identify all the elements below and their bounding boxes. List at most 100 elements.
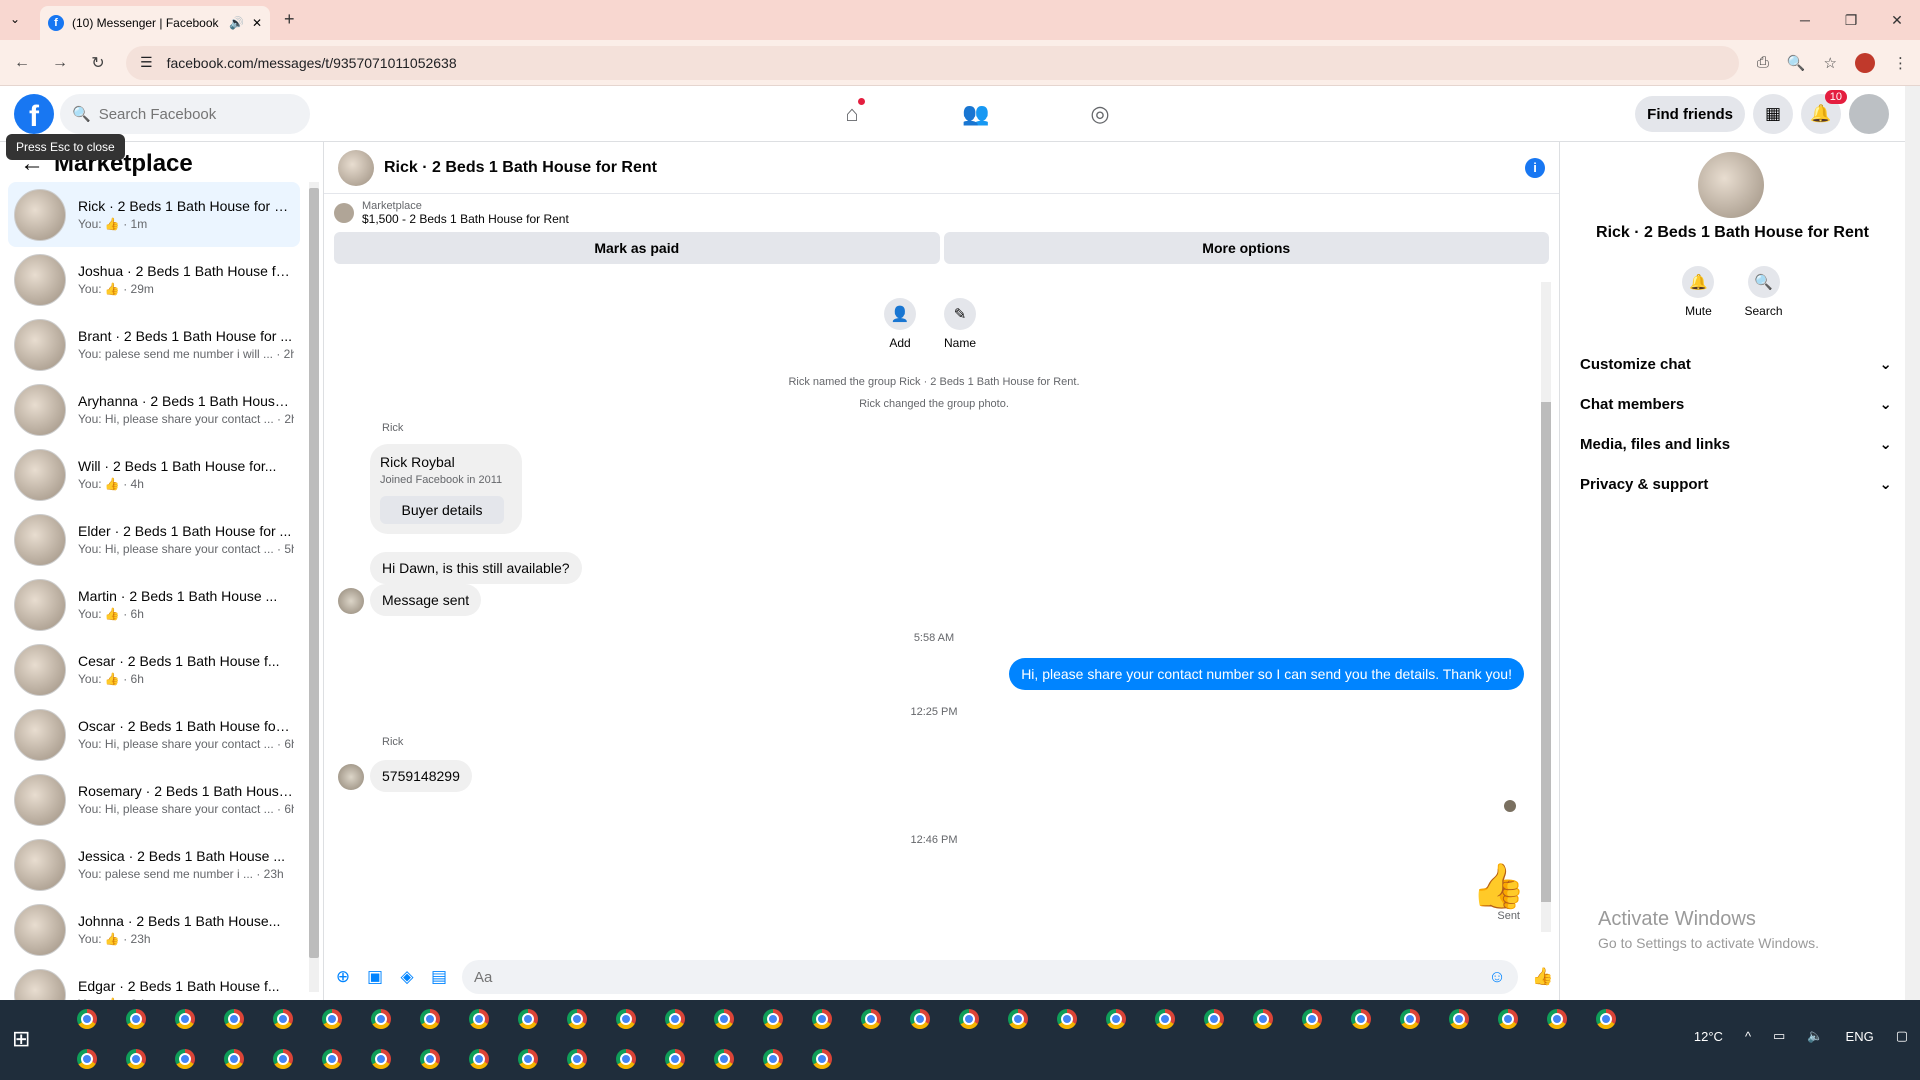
restore-button[interactable]: ❐ [1828,0,1874,40]
chrome-taskbar-icon[interactable] [1589,1002,1623,1036]
sender-avatar[interactable] [338,764,364,790]
add-people-button[interactable]: 👤 Add [884,298,916,350]
reload-icon[interactable]: ↻ [88,53,108,73]
browser-tab[interactable]: f (10) Messenger | Facebook 🔊 ✕ [40,6,270,40]
search-chat-button[interactable]: 🔍 Search [1744,266,1783,318]
volume-icon[interactable]: 🔈 [1807,1028,1823,1044]
like-button-icon[interactable]: 👍 [1532,967,1553,987]
network-icon[interactable]: ▭ [1773,1028,1785,1044]
plus-icon[interactable]: ⊕ [334,967,352,987]
chrome-taskbar-icon[interactable] [1442,1002,1476,1036]
chrome-taskbar-icon[interactable] [707,1042,741,1076]
facebook-search[interactable]: 🔍 [60,94,310,134]
outgoing-message[interactable]: Hi, please share your contact number so … [1009,658,1524,690]
group-avatar[interactable] [1698,152,1764,218]
notification-center-icon[interactable]: ▢ [1896,1028,1908,1044]
conversation-item[interactable]: Cesar · 2 Beds 1 Bath House f... You: 👍 ·… [8,637,300,702]
menu-grid-icon[interactable]: ▦ [1753,94,1793,134]
conversation-item[interactable]: Jessica · 2 Beds 1 Bath House ... You: pa… [8,832,300,897]
gif-icon[interactable]: ▤ [430,967,448,987]
chrome-taskbar-icon[interactable] [609,1042,643,1076]
chrome-taskbar-icon[interactable] [1197,1002,1231,1036]
chrome-taskbar-icon[interactable] [1491,1002,1525,1036]
chrome-taskbar-icon[interactable] [168,1042,202,1076]
details-section[interactable]: Chat members ⌄ [1576,384,1896,424]
forward-icon[interactable]: → [50,54,70,72]
profile-avatar[interactable] [1855,52,1875,73]
chrome-taskbar-icon[interactable] [462,1002,496,1036]
chrome-taskbar-icon[interactable] [756,1042,790,1076]
chrome-taskbar-icon[interactable] [511,1042,545,1076]
name-group-button[interactable]: ✎ Name [944,298,976,350]
chrome-taskbar-icon[interactable] [1344,1002,1378,1036]
conversation-item[interactable]: Martin · 2 Beds 1 Bath House ... You: 👍 ·… [8,572,300,637]
chrome-taskbar-icon[interactable] [511,1002,545,1036]
home-icon[interactable]: ⌂ [790,86,914,142]
chrome-taskbar-icon[interactable] [266,1042,300,1076]
weather-temp[interactable]: 12°C [1694,1029,1723,1044]
friends-icon[interactable]: 👥 [914,86,1038,142]
facebook-logo-icon[interactable]: f [14,94,54,134]
chrome-taskbar-icon[interactable] [315,1002,349,1036]
install-icon[interactable]: ⎙ [1757,54,1769,71]
buyer-details-button[interactable]: Buyer details [380,496,504,524]
conversation-item[interactable]: Aryhanna · 2 Beds 1 Bath House... You: Hi… [8,377,300,442]
chrome-taskbar-icon[interactable] [315,1042,349,1076]
chrome-taskbar-icon[interactable] [756,1002,790,1036]
chrome-taskbar-icon[interactable] [805,1042,839,1076]
message-input[interactable] [474,968,1488,986]
mark-as-paid-button[interactable]: Mark as paid [334,232,940,264]
new-tab-button[interactable]: + [284,9,295,30]
details-section[interactable]: Customize chat ⌄ [1576,344,1896,384]
incoming-message[interactable]: Message sent [370,584,482,616]
page-scrollbar[interactable] [1905,86,1920,1000]
url-text[interactable]: facebook.com/messages/t/9357071011052638 [167,55,457,71]
chrome-taskbar-icon[interactable] [364,1042,398,1076]
conversation-item[interactable]: Rick · 2 Beds 1 Bath House for R... You: … [8,182,300,247]
chrome-taskbar-icon[interactable] [1295,1002,1329,1036]
info-icon[interactable]: i [1525,157,1545,178]
chrome-taskbar-icon[interactable] [1001,1002,1035,1036]
zoom-icon[interactable]: 🔍 [1787,54,1806,72]
listing-title[interactable]: $1,500 - 2 Beds 1 Bath House for Rent [362,212,569,226]
chat-title[interactable]: Rick · 2 Beds 1 Bath House for Rent [384,159,1515,177]
mute-button[interactable]: 🔔 Mute [1682,266,1715,318]
details-section[interactable]: Media, files and links ⌄ [1576,424,1896,464]
chrome-taskbar-icon[interactable] [217,1042,251,1076]
search-input[interactable] [98,105,298,123]
tab-search-icon[interactable]: ⌄ [10,12,20,26]
chrome-taskbar-icon[interactable] [1393,1002,1427,1036]
tray-chevron-icon[interactable]: ^ [1745,1029,1751,1044]
chrome-taskbar-icon[interactable] [168,1002,202,1036]
chrome-taskbar-icon[interactable] [217,1002,251,1036]
speaker-icon[interactable]: 🔊 [229,16,244,30]
conversation-item[interactable]: Oscar · 2 Beds 1 Bath House for ... You: … [8,702,300,767]
emoji-icon[interactable]: ☺ [1488,967,1506,987]
conversation-item[interactable]: Johnna · 2 Beds 1 Bath House... You: 👍 · … [8,897,300,962]
chrome-taskbar-icon[interactable] [560,1042,594,1076]
sender-avatar[interactable] [338,588,364,614]
chrome-taskbar-icon[interactable] [658,1042,692,1076]
tab-close-icon[interactable]: ✕ [252,16,262,30]
chrome-taskbar-icon[interactable] [952,1002,986,1036]
chrome-taskbar-icon[interactable] [413,1002,447,1036]
chrome-taskbar-icon[interactable] [364,1002,398,1036]
chrome-taskbar-icon[interactable] [119,1042,153,1076]
bookmark-star-icon[interactable]: ☆ [1824,54,1837,72]
details-section[interactable]: Privacy & support ⌄ [1576,464,1896,504]
chrome-taskbar-icon[interactable] [658,1002,692,1036]
chrome-taskbar-icon[interactable] [854,1002,888,1036]
sticker-icon[interactable]: ◈ [398,967,416,987]
chrome-taskbar-icon[interactable] [1148,1002,1182,1036]
url-field[interactable]: ☰ facebook.com/messages/t/93570710110526… [126,45,1739,80]
chat-avatar[interactable] [338,149,374,186]
incoming-message[interactable]: Hi Dawn, is this still available? [370,552,582,584]
site-info-icon[interactable]: ☰ [140,54,153,71]
chrome-taskbar-icon[interactable] [119,1002,153,1036]
thread-scrollbar[interactable] [1541,282,1551,932]
conversation-item[interactable]: Elder · 2 Beds 1 Bath House for ... You: … [8,507,300,572]
chrome-taskbar-icon[interactable] [805,1002,839,1036]
chrome-taskbar-icon[interactable] [1246,1002,1280,1036]
chrome-taskbar-icon[interactable] [707,1002,741,1036]
groups-icon[interactable]: ◎ [1038,86,1162,142]
